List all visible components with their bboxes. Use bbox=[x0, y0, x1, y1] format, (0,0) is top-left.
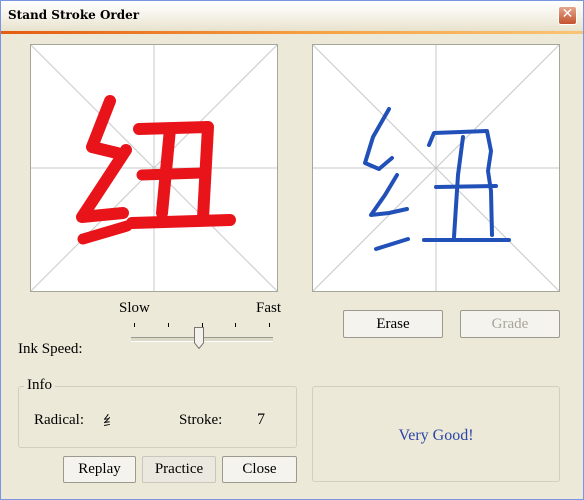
title-bar: Stand Stroke Order ✕ bbox=[1, 1, 583, 31]
slider-tick bbox=[269, 323, 270, 327]
model-grid bbox=[31, 45, 277, 291]
stroke-order-dialog: Stand Stroke Order ✕ Slow Fast Ink Speed… bbox=[0, 0, 584, 500]
window-title: Stand Stroke Order bbox=[8, 8, 140, 22]
feedback-box: Very Good! bbox=[312, 386, 560, 482]
slider-tick bbox=[134, 323, 135, 327]
fast-label: Fast bbox=[256, 300, 282, 316]
close-button[interactable]: Close bbox=[222, 456, 297, 483]
radical-label: Radical: bbox=[34, 412, 84, 428]
close-icon: ✕ bbox=[561, 6, 574, 22]
info-legend: Info bbox=[24, 377, 55, 394]
practice-grid bbox=[313, 45, 559, 291]
replay-button[interactable]: Replay bbox=[63, 456, 136, 483]
stroke-label: Stroke: bbox=[179, 412, 223, 428]
slider-tick bbox=[235, 323, 236, 327]
grade-button[interactable]: Grade bbox=[460, 310, 560, 338]
radical-value: 纟 bbox=[103, 414, 117, 430]
practice-character bbox=[363, 107, 511, 251]
practice-button[interactable]: Practice bbox=[142, 456, 216, 483]
practice-canvas[interactable] bbox=[312, 44, 560, 292]
slow-label: Slow bbox=[119, 300, 150, 316]
close-window-button[interactable]: ✕ bbox=[558, 6, 577, 25]
stroke-count-value: 7 bbox=[257, 411, 265, 428]
model-character bbox=[76, 95, 236, 245]
ink-speed-label: Ink Speed: bbox=[18, 341, 83, 357]
feedback-message: Very Good! bbox=[398, 427, 474, 444]
title-accent-line bbox=[1, 31, 583, 34]
ink-speed-slider-thumb[interactable] bbox=[193, 327, 204, 349]
model-character-panel bbox=[30, 44, 278, 292]
erase-button[interactable]: Erase bbox=[343, 310, 443, 338]
slider-tick bbox=[168, 323, 169, 327]
